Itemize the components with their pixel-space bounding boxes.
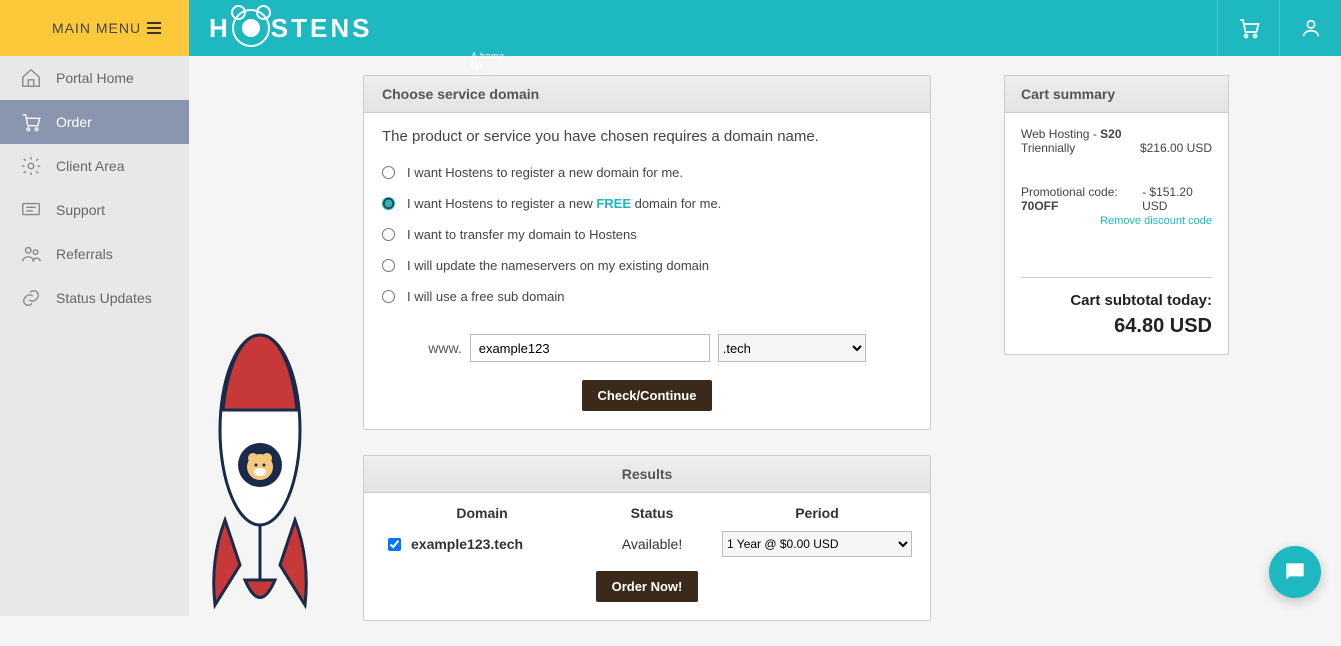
home-icon [20, 67, 42, 89]
sidebar-item-label: Support [56, 202, 105, 218]
option-label: I want Hostens to register a new FREE do… [407, 196, 721, 211]
users-icon [20, 243, 42, 265]
promo-label: Promotional code: 70OFF [1021, 185, 1142, 213]
sidebar-item-status[interactable]: Status Updates [0, 276, 189, 320]
promo-discount: - $151.20 USD [1142, 185, 1212, 213]
radio-register[interactable] [382, 166, 395, 179]
sidebar-item-referrals[interactable]: Referrals [0, 232, 189, 276]
results-heading: Results [364, 456, 930, 493]
cart-item-price: $216.00 USD [1140, 141, 1212, 155]
result-checkbox[interactable] [388, 538, 401, 551]
domain-option-subdomain[interactable]: I will use a free sub domain [382, 281, 912, 312]
sidebar-item-order[interactable]: Order [0, 100, 189, 144]
sidebar-item-support[interactable]: Support [0, 188, 189, 232]
gear-icon [20, 155, 42, 177]
subtotal-value: 64.80 USD [1021, 315, 1212, 338]
user-icon [1300, 17, 1322, 39]
main-menu-label: MAIN MENU [52, 20, 141, 36]
chat-widget-button[interactable] [1269, 546, 1321, 598]
period-select[interactable]: 1 Year @ $0.00 USD [722, 531, 912, 557]
radio-subdomain[interactable] [382, 290, 395, 303]
sidebar: Portal Home Order Client Area Support Re… [0, 56, 189, 616]
order-now-button[interactable]: Order Now! [596, 571, 699, 602]
www-label: www. [428, 340, 461, 356]
choose-domain-panel: Choose service domain The product or ser… [363, 75, 931, 430]
result-row: example123.tech Available! 1 Year @ $0.0… [382, 531, 912, 557]
option-label: I want to transfer my domain to Hostens [407, 227, 637, 242]
account-icon-button[interactable] [1279, 0, 1341, 56]
cart-item-name: Web Hosting - S20 [1021, 127, 1122, 141]
option-label: I will use a free sub domain [407, 289, 565, 304]
sidebar-item-client-area[interactable]: Client Area [0, 144, 189, 188]
sidebar-item-label: Client Area [56, 158, 124, 174]
sidebar-item-portal-home[interactable]: Portal Home [0, 56, 189, 100]
domain-option-nameservers[interactable]: I will update the nameservers on my exis… [382, 250, 912, 281]
cart-icon-button[interactable] [1217, 0, 1279, 56]
tld-select[interactable]: .tech [718, 334, 866, 362]
hamburger-icon [147, 22, 161, 34]
chat-icon [20, 199, 42, 221]
option-label: I will update the nameservers on my exis… [407, 258, 709, 273]
logo[interactable]: HSTENS A home for your website [189, 0, 1217, 56]
col-status: Status [582, 505, 722, 521]
col-period: Period [722, 505, 912, 521]
cart-summary-panel: Cart summary Web Hosting - S20 Triennial… [1004, 75, 1229, 355]
radio-nameservers[interactable] [382, 259, 395, 272]
domain-input[interactable] [470, 334, 710, 362]
remove-discount-link[interactable]: Remove discount code [1021, 215, 1212, 227]
logo-text: HSTENS [209, 9, 372, 47]
cart-heading: Cart summary [1005, 76, 1228, 113]
subtotal-label: Cart subtotal today: [1021, 277, 1212, 309]
radio-free[interactable] [382, 197, 395, 210]
sidebar-item-label: Order [56, 114, 92, 130]
domain-option-register[interactable]: I want Hostens to register a new domain … [382, 157, 912, 188]
cart-icon [20, 111, 42, 133]
main-menu-button[interactable]: MAIN MENU [0, 0, 189, 56]
cart-item-term: Triennially [1021, 141, 1075, 155]
sidebar-item-label: Portal Home [56, 70, 134, 86]
domain-option-free[interactable]: I want Hostens to register a new FREE do… [382, 188, 912, 219]
sidebar-item-label: Referrals [56, 246, 113, 262]
option-label: I want Hostens to register a new domain … [407, 165, 683, 180]
panel-description: The product or service you have chosen r… [382, 128, 912, 145]
link-icon [20, 287, 42, 309]
col-domain: Domain [382, 505, 582, 521]
cart-icon [1237, 16, 1261, 40]
chat-icon [1282, 559, 1308, 585]
panel-heading: Choose service domain [364, 76, 930, 113]
result-status: Available! [582, 536, 722, 552]
radio-transfer[interactable] [382, 228, 395, 241]
result-domain: example123.tech [411, 536, 523, 552]
sidebar-item-label: Status Updates [56, 290, 152, 306]
check-continue-button[interactable]: Check/Continue [582, 380, 713, 411]
rocket-illustration [205, 330, 315, 620]
results-panel: Results Domain Status Period example123.… [363, 455, 931, 621]
domain-option-transfer[interactable]: I want to transfer my domain to Hostens [382, 219, 912, 250]
